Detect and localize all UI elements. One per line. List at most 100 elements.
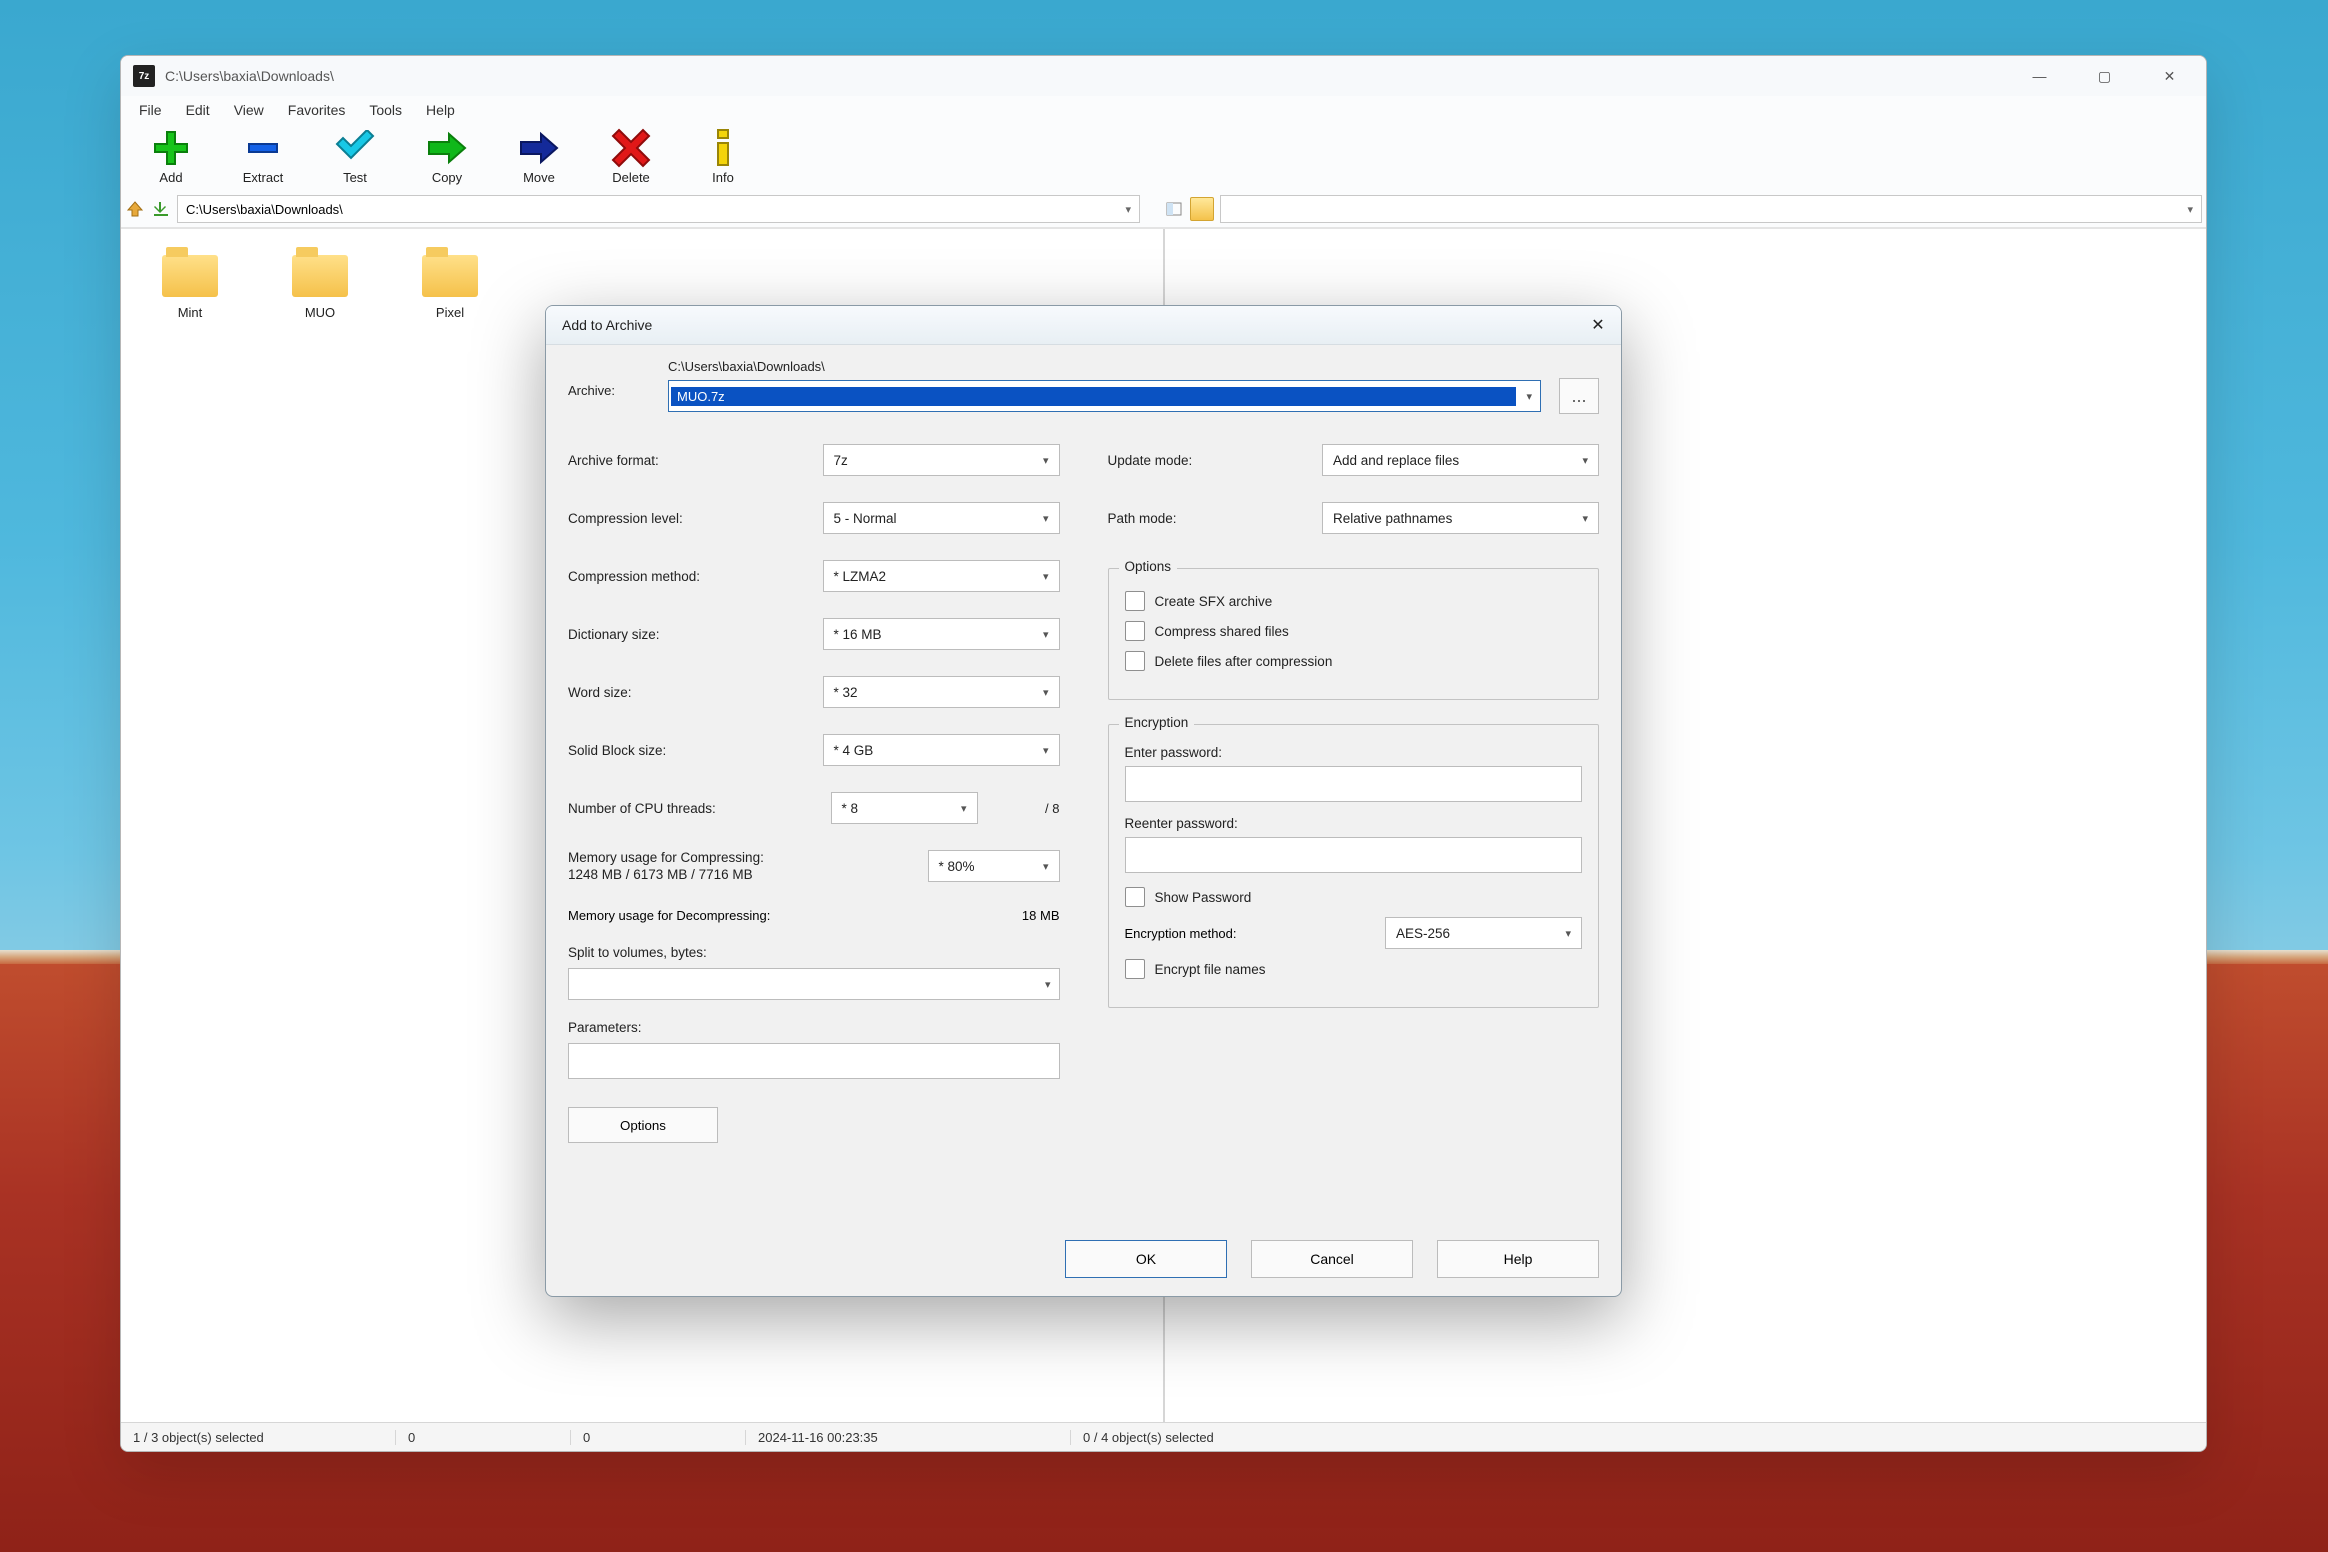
word-size-label: Word size: bbox=[568, 685, 811, 700]
menu-view[interactable]: View bbox=[224, 100, 274, 120]
mem-decompress-label: Memory usage for Decompressing: bbox=[568, 908, 770, 923]
encryption-method-select[interactable]: AES-256▾ bbox=[1385, 917, 1582, 949]
archive-label: Archive: bbox=[568, 359, 648, 398]
status-left-selection: 1 / 3 object(s) selected bbox=[121, 1430, 396, 1445]
menu-tools[interactable]: Tools bbox=[359, 100, 412, 120]
help-button[interactable]: Help bbox=[1437, 1240, 1599, 1278]
toolbar-move[interactable]: Move bbox=[507, 130, 571, 185]
split-volumes-label: Split to volumes, bytes: bbox=[568, 945, 1060, 960]
statusbar: 1 / 3 object(s) selected 0 0 2024-11-16 … bbox=[121, 1422, 2206, 1451]
encryption-method-label: Encryption method: bbox=[1125, 926, 1237, 941]
checkbox-icon bbox=[1125, 887, 1145, 907]
status-timestamp: 2024-11-16 00:23:35 bbox=[746, 1430, 1071, 1445]
close-button[interactable]: ✕ bbox=[2137, 56, 2202, 96]
dialog-buttons: OK Cancel Help bbox=[546, 1226, 1621, 1296]
arrow-right-green-icon bbox=[425, 130, 469, 166]
address-input-left[interactable]: C:\Users\baxia\Downloads\ ▾ bbox=[177, 195, 1140, 223]
create-sfx-checkbox[interactable]: Create SFX archive bbox=[1125, 591, 1583, 611]
reenter-password-input[interactable] bbox=[1125, 837, 1583, 873]
up-icon[interactable] bbox=[125, 199, 145, 219]
status-right-selection: 0 / 4 object(s) selected bbox=[1071, 1430, 1345, 1445]
dictionary-size-select[interactable]: * 16 MB▾ bbox=[823, 618, 1060, 650]
reenter-password-label: Reenter password: bbox=[1125, 816, 1583, 831]
chevron-down-icon: ▾ bbox=[1518, 390, 1540, 403]
cpu-threads-max: / 8 bbox=[990, 801, 1060, 816]
menu-edit[interactable]: Edit bbox=[176, 100, 220, 120]
archive-path: C:\Users\baxia\Downloads\ bbox=[668, 359, 1599, 374]
ok-button[interactable]: OK bbox=[1065, 1240, 1227, 1278]
options-button[interactable]: Options bbox=[568, 1107, 718, 1143]
titlebar: 7z C:\Users\baxia\Downloads\ — ▢ ✕ bbox=[121, 56, 2206, 96]
options-fieldset: Options Create SFX archive Compress shar… bbox=[1108, 568, 1600, 700]
status-cell: 0 bbox=[571, 1430, 746, 1445]
compression-method-select[interactable]: * LZMA2▾ bbox=[823, 560, 1060, 592]
show-password-checkbox[interactable]: Show Password bbox=[1125, 887, 1583, 907]
folder-icon[interactable] bbox=[1190, 197, 1214, 221]
cancel-button[interactable]: Cancel bbox=[1251, 1240, 1413, 1278]
chevron-down-icon: ▾ bbox=[2187, 203, 2193, 216]
status-cell: 0 bbox=[396, 1430, 571, 1445]
dialog-title: Add to Archive bbox=[562, 317, 652, 333]
menu-file[interactable]: File bbox=[129, 100, 172, 120]
compression-level-select[interactable]: 5 - Normal▾ bbox=[823, 502, 1060, 534]
folder-icon bbox=[292, 255, 348, 297]
check-icon bbox=[333, 130, 377, 166]
app-icon: 7z bbox=[133, 65, 155, 87]
download-icon[interactable] bbox=[151, 199, 171, 219]
archive-format-select[interactable]: 7z▾ bbox=[823, 444, 1060, 476]
checkbox-icon bbox=[1125, 959, 1145, 979]
dialog-close-button[interactable]: ✕ bbox=[1585, 312, 1611, 338]
window-title: C:\Users\baxia\Downloads\ bbox=[165, 68, 334, 84]
path-mode-label: Path mode: bbox=[1108, 511, 1311, 526]
delete-after-checkbox[interactable]: Delete files after compression bbox=[1125, 651, 1583, 671]
maximize-button[interactable]: ▢ bbox=[2072, 56, 2137, 96]
enter-password-label: Enter password: bbox=[1125, 745, 1583, 760]
compress-shared-checkbox[interactable]: Compress shared files bbox=[1125, 621, 1583, 641]
update-mode-label: Update mode: bbox=[1108, 453, 1311, 468]
word-size-select[interactable]: * 32▾ bbox=[823, 676, 1060, 708]
minimize-button[interactable]: — bbox=[2007, 56, 2072, 96]
add-to-archive-dialog: Add to Archive ✕ Archive: C:\Users\baxia… bbox=[545, 305, 1622, 1297]
encryption-fieldset: Encryption Enter password: Reenter passw… bbox=[1108, 724, 1600, 1008]
toolbar-info[interactable]: Info bbox=[691, 130, 755, 185]
chevron-down-icon: ▾ bbox=[1126, 203, 1132, 216]
enter-password-input[interactable] bbox=[1125, 766, 1583, 802]
x-icon bbox=[609, 130, 653, 166]
checkbox-icon bbox=[1125, 651, 1145, 671]
parameters-label: Parameters: bbox=[568, 1020, 1060, 1035]
folder-icon bbox=[162, 255, 218, 297]
pane-toggle-icon[interactable] bbox=[1164, 199, 1184, 219]
address-row: C:\Users\baxia\Downloads\ ▾ ▾ bbox=[121, 193, 2206, 228]
compression-level-label: Compression level: bbox=[568, 511, 811, 526]
toolbar-copy[interactable]: Copy bbox=[415, 130, 479, 185]
address-input-right[interactable]: ▾ bbox=[1220, 195, 2202, 223]
cpu-threads-select[interactable]: * 8▾ bbox=[831, 792, 978, 824]
toolbar: Add Extract Test Copy Move bbox=[121, 124, 2206, 193]
folder-item[interactable]: Mint bbox=[155, 255, 225, 320]
path-mode-select[interactable]: Relative pathnames▾ bbox=[1322, 502, 1599, 534]
mem-compress-label: Memory usage for Compressing: 1248 MB / … bbox=[568, 849, 916, 883]
folder-item[interactable]: Pixel bbox=[415, 255, 485, 320]
archive-format-label: Archive format: bbox=[568, 453, 811, 468]
archive-filename-input[interactable]: MUO.7z ▾ bbox=[668, 380, 1541, 412]
menubar: File Edit View Favorites Tools Help bbox=[121, 96, 2206, 124]
mem-compress-select[interactable]: * 80%▾ bbox=[928, 850, 1060, 882]
dictionary-size-label: Dictionary size: bbox=[568, 627, 811, 642]
encrypt-filenames-checkbox[interactable]: Encrypt file names bbox=[1125, 959, 1583, 979]
toolbar-extract[interactable]: Extract bbox=[231, 130, 295, 185]
toolbar-test[interactable]: Test bbox=[323, 130, 387, 185]
update-mode-select[interactable]: Add and replace files▾ bbox=[1322, 444, 1599, 476]
folder-item[interactable]: MUO bbox=[285, 255, 355, 320]
browse-button[interactable]: ... bbox=[1559, 378, 1599, 414]
menu-help[interactable]: Help bbox=[416, 100, 465, 120]
toolbar-add[interactable]: Add bbox=[139, 130, 203, 185]
info-icon bbox=[701, 130, 745, 166]
parameters-input[interactable] bbox=[568, 1043, 1060, 1079]
solid-block-select[interactable]: * 4 GB▾ bbox=[823, 734, 1060, 766]
compression-method-label: Compression method: bbox=[568, 569, 811, 584]
menu-favorites[interactable]: Favorites bbox=[278, 100, 356, 120]
split-volumes-input[interactable]: ▾ bbox=[568, 968, 1060, 1000]
toolbar-delete[interactable]: Delete bbox=[599, 130, 663, 185]
checkbox-icon bbox=[1125, 621, 1145, 641]
plus-icon bbox=[149, 130, 193, 166]
